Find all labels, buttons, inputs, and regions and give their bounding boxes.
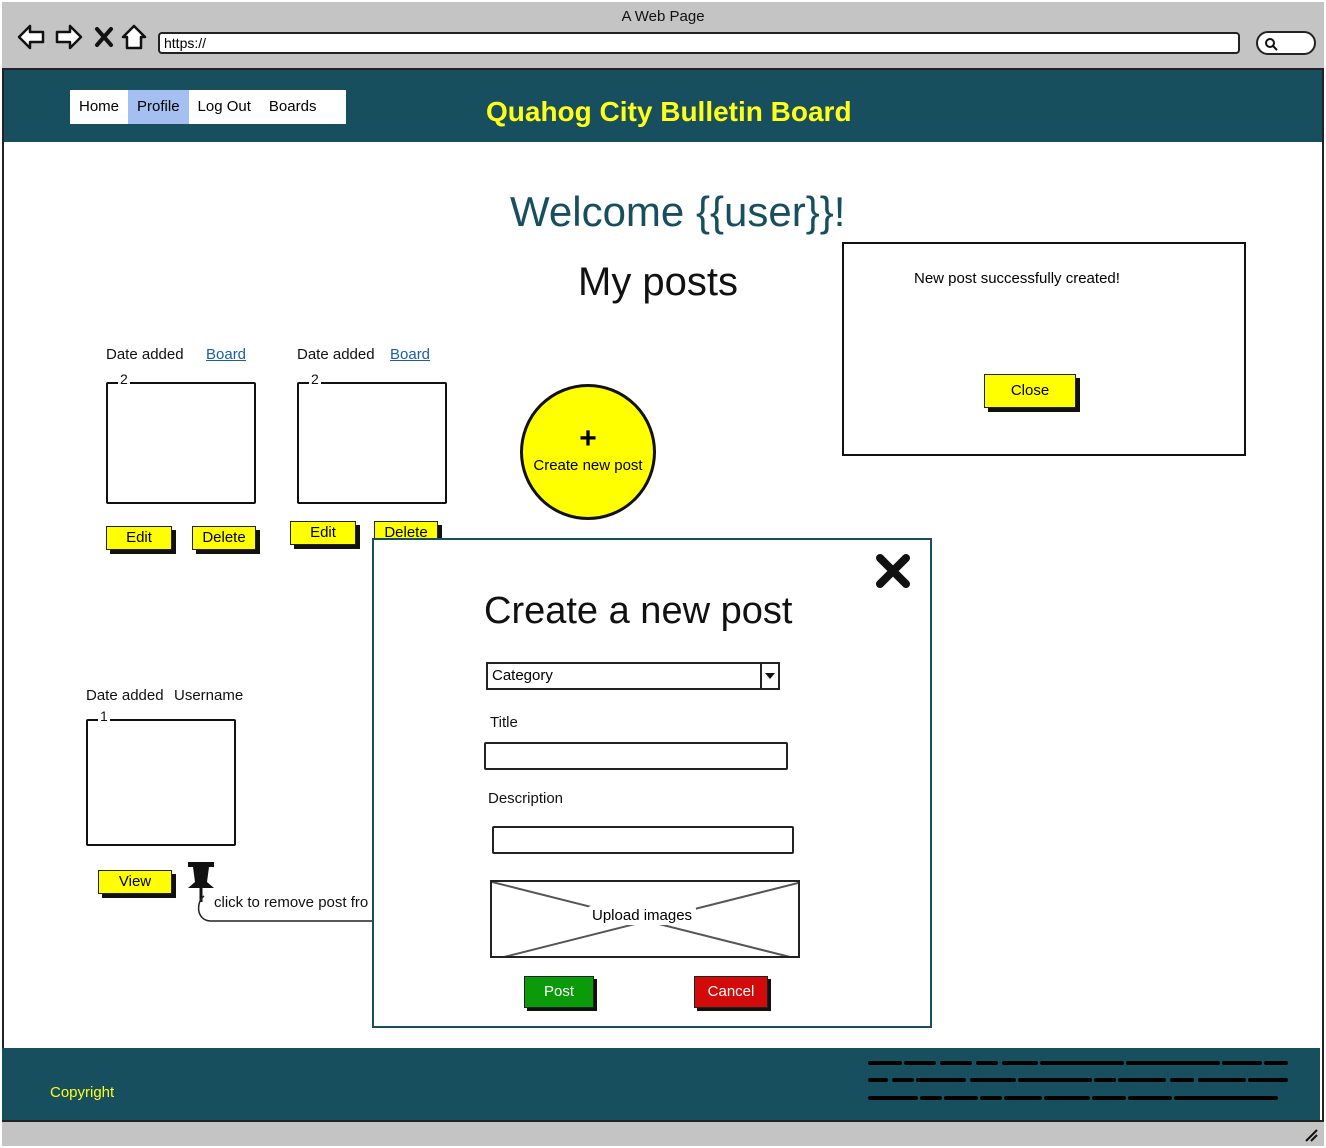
welcome-heading: Welcome {{user}}! [510, 188, 846, 235]
description-label: Description [488, 790, 564, 807]
post-count: 2 [309, 371, 321, 387]
post-button[interactable]: Post [524, 976, 594, 1008]
cancel-button[interactable]: Cancel [694, 976, 768, 1008]
edit-button[interactable]: Edit [106, 526, 172, 550]
window-title: A Web Page [621, 8, 705, 25]
title-label: Title [490, 714, 518, 731]
home-icon[interactable] [120, 22, 150, 52]
toast-message: New post successfully created! [914, 270, 1120, 287]
create-post-label: Create new post [533, 457, 643, 474]
resize-grip-icon[interactable] [1304, 1128, 1318, 1142]
upload-images-label: Upload images [588, 906, 697, 925]
site-title: Quahog City Bulletin Board [486, 96, 852, 127]
board-link[interactable]: Board [206, 346, 246, 363]
create-post-modal: Create a new post Category Title Descrip… [372, 538, 932, 1028]
chevron-down-icon [760, 664, 778, 688]
title-input[interactable] [484, 742, 788, 770]
browser-toolbar: A Web Page https:// [2, 2, 1324, 70]
my-posts-heading: My posts [578, 260, 739, 304]
post-date-label: Date added [297, 346, 375, 363]
post-card[interactable] [297, 382, 447, 504]
success-toast: New post successfully created! Close [842, 242, 1246, 456]
url-input[interactable]: https:// [158, 32, 1240, 54]
browser-status-bar [2, 1120, 1324, 1146]
pin-tooltip: click to remove post fro [214, 894, 369, 911]
post-card[interactable] [86, 719, 236, 846]
site-footer: Copyright [2, 1048, 1320, 1120]
forward-icon[interactable] [54, 22, 84, 52]
post-username-label: Username [174, 687, 244, 704]
close-icon[interactable] [874, 552, 912, 590]
stop-icon[interactable] [92, 22, 122, 52]
board-link[interactable]: Board [390, 346, 430, 363]
delete-button[interactable]: Delete [192, 526, 256, 550]
nav-profile[interactable]: Profile [128, 90, 189, 124]
post-date-label: Date added [106, 346, 184, 363]
upload-images-area[interactable]: Upload images [490, 880, 800, 958]
search-icon [1265, 38, 1278, 51]
post-count: 2 [118, 371, 130, 387]
post-date-label: Date added [86, 687, 164, 704]
plus-icon: + [579, 422, 597, 455]
post-card[interactable] [106, 382, 256, 504]
post-count: 1 [98, 708, 110, 724]
category-select-value: Category [492, 667, 553, 684]
category-select[interactable]: Category [486, 662, 780, 690]
description-input[interactable] [492, 826, 794, 854]
view-button[interactable]: View [98, 870, 172, 894]
edit-button[interactable]: Edit [290, 521, 356, 545]
browser-search-field[interactable] [1256, 31, 1316, 55]
back-icon[interactable] [16, 22, 46, 52]
nav-boards[interactable]: Boards [260, 90, 326, 124]
create-post-button[interactable]: + Create new post [520, 384, 656, 520]
main-nav: Home Profile Log Out Boards [70, 90, 346, 124]
copyright-text: Copyright [50, 1084, 115, 1101]
close-button[interactable]: Close [984, 374, 1076, 408]
nav-home[interactable]: Home [70, 90, 128, 124]
placeholder-text-scribble [868, 1061, 1288, 1100]
modal-title: Create a new post [484, 590, 793, 632]
nav-logout[interactable]: Log Out [189, 90, 260, 124]
